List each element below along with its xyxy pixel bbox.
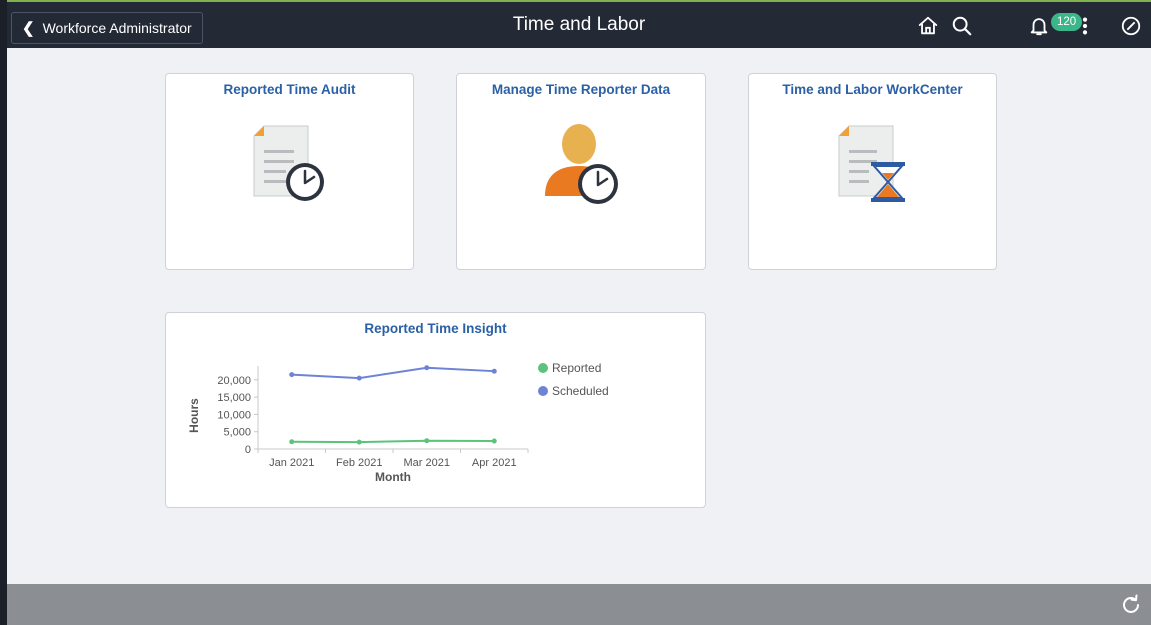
reported-time-line-chart: 0 5,000 10,000 15,000 20,000 Jan 2021 Feb 2021… (187, 361, 609, 484)
y-tick-label: 15,000 (217, 392, 251, 404)
legend-label-reported: Reported (552, 361, 601, 375)
data-point-reported (424, 438, 430, 444)
y-tick-label: 0 (245, 444, 251, 456)
y-tick-label: 5,000 (223, 427, 251, 439)
x-axis-title: Month (375, 470, 411, 484)
more-options-icon[interactable] (1074, 15, 1096, 37)
x-tick-label: Feb 2021 (336, 457, 382, 469)
chevron-left-icon: ❮ (22, 20, 35, 37)
header-bar: ❮ Workforce Administrator Time and Labor… (7, 0, 1151, 48)
data-point-scheduled (356, 375, 362, 381)
x-tick-label: Apr 2021 (472, 457, 517, 469)
data-point-scheduled (289, 372, 295, 378)
back-button[interactable]: ❮ Workforce Administrator (11, 12, 203, 44)
legend-label-scheduled: Scheduled (552, 384, 609, 398)
y-tick-label: 10,000 (217, 409, 251, 421)
data-point-scheduled (424, 365, 430, 371)
data-point-reported (356, 439, 362, 445)
x-tick-label: Jan 2021 (269, 457, 314, 469)
tile-title: Time and Labor WorkCenter (782, 82, 963, 97)
series-line-scheduled (291, 366, 495, 380)
series-line-reported (291, 439, 495, 444)
navbar-compass-icon[interactable] (1120, 15, 1142, 37)
notification-bell-icon[interactable] (1028, 15, 1050, 37)
legend-marker-scheduled (538, 386, 548, 396)
footer-bar (7, 584, 1151, 625)
legend-marker-reported (538, 363, 548, 373)
tile-title: Manage Time Reporter Data (491, 82, 671, 97)
tile-time-and-labor-workcenter[interactable]: Time and Labor WorkCenter (748, 73, 997, 270)
data-point-reported (491, 438, 497, 444)
tile-reported-time-audit[interactable]: Reported Time Audit (165, 73, 414, 270)
tile-title: Reported Time Audit (223, 82, 356, 97)
x-tick-label: Mar 2021 (404, 457, 450, 469)
refresh-icon[interactable] (1119, 593, 1143, 617)
back-button-label: Workforce Administrator (42, 20, 192, 36)
homepage-content: Reported Time Audit Manage Time Reporter… (7, 48, 1151, 584)
search-icon[interactable] (951, 15, 973, 37)
document-hourglass-icon (838, 125, 905, 202)
data-point-scheduled (491, 368, 497, 374)
document-clock-icon (253, 125, 324, 201)
person-clock-icon (545, 124, 618, 204)
tile-manage-time-reporter-data[interactable]: Manage Time Reporter Data (456, 73, 706, 270)
y-axis-title: Hours (187, 398, 201, 433)
tile-reported-time-insight[interactable]: Reported Time Insight 0 5,000 10,000 15,000… (165, 312, 706, 508)
y-tick-label: 20,000 (217, 375, 251, 387)
data-point-reported (289, 439, 295, 445)
home-icon[interactable] (917, 15, 939, 37)
